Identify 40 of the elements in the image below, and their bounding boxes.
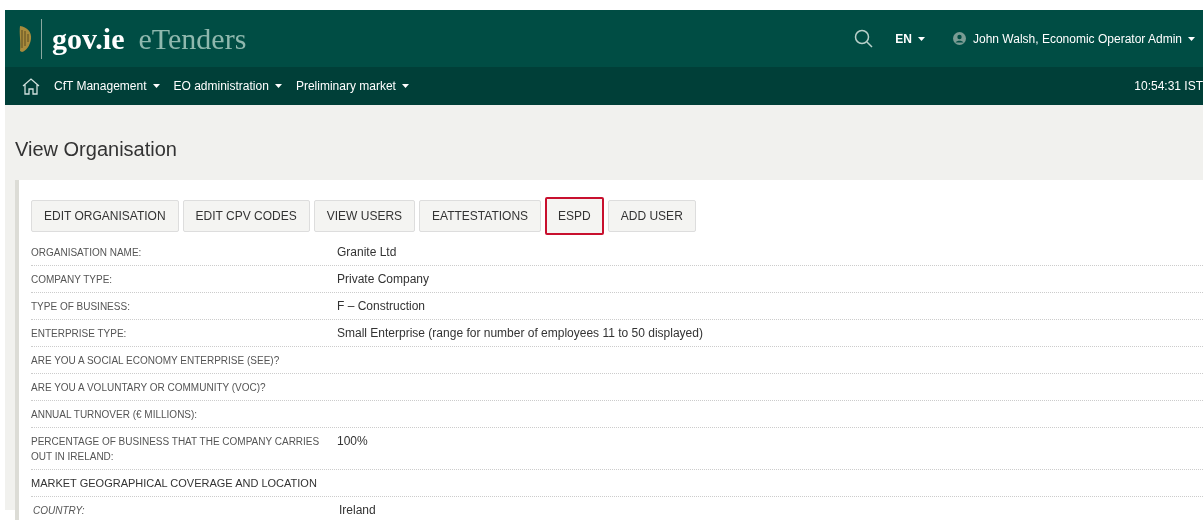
- caret-icon: [274, 84, 282, 88]
- nav-menu[interactable]: CfT Management: [54, 79, 160, 93]
- clock-time: 10:54:31 IST: [1134, 79, 1203, 93]
- field-label: PERCENTAGE OF BUSINESS THAT THE COMPANY CARRIES OUT IN IRELAND:: [31, 435, 321, 464]
- action-button[interactable]: ADD USER: [607, 200, 696, 232]
- logo-text[interactable]: gov.ie: [52, 21, 125, 56]
- action-button[interactable]: EDIT CPV CODES: [182, 200, 310, 232]
- field-label: TYPE OF BUSINESS:: [31, 300, 131, 314]
- section-heading: MARKET GEOGRAPHICAL COVERAGE AND LOCATION: [31, 476, 318, 491]
- home-icon[interactable]: [22, 77, 40, 95]
- action-button[interactable]: EATTESTATIONS: [419, 200, 542, 232]
- user-menu[interactable]: John Walsh, Economic Operator Admin: [973, 31, 1195, 46]
- field-label: ENTERPRISE TYPE:: [31, 327, 128, 341]
- app-name: eTenders: [138, 21, 247, 56]
- field-value: Small Enterprise (range for number of employees 11 to 50 displayed): [337, 325, 703, 342]
- field-value: F – Construction: [337, 298, 426, 315]
- field-label: ARE YOU A SOCIAL ECONOMY ENTERPRISE (SEE)?: [31, 354, 281, 368]
- search-icon[interactable]: [854, 29, 874, 48]
- page-title: View Organisation: [15, 137, 178, 162]
- caret-icon: [401, 84, 409, 88]
- language-menu[interactable]: EN: [895, 31, 925, 46]
- caret-icon: [152, 84, 160, 88]
- field-label: ORGANISATION NAME:: [31, 246, 143, 260]
- caret-icon: [918, 36, 925, 41]
- field-label: ARE YOU A VOLUNTARY OR COMMUNITY (VOC)?: [31, 381, 267, 395]
- field-value: 100%: [337, 433, 368, 450]
- field-value: Ireland: [339, 502, 376, 519]
- nav-menu[interactable]: Preliminary market: [295, 79, 409, 93]
- field-value: Granite Ltd: [337, 244, 397, 261]
- field-label: COMPANY TYPE:: [31, 273, 114, 287]
- field-label: ANNUAL TURNOVER (€ MILLIONS):: [31, 408, 199, 422]
- user-icon: [953, 32, 966, 45]
- caret-icon: [1188, 36, 1195, 41]
- nav-menu[interactable]: EO administration: [173, 79, 282, 93]
- harp-icon: [17, 23, 33, 54]
- action-button[interactable]: ESPD: [545, 197, 604, 235]
- action-button[interactable]: EDIT ORGANISATION: [31, 200, 179, 232]
- field-value: Private Company: [337, 271, 430, 288]
- action-button[interactable]: VIEW USERS: [313, 200, 416, 232]
- field-label: COUNTRY:: [32, 504, 86, 518]
